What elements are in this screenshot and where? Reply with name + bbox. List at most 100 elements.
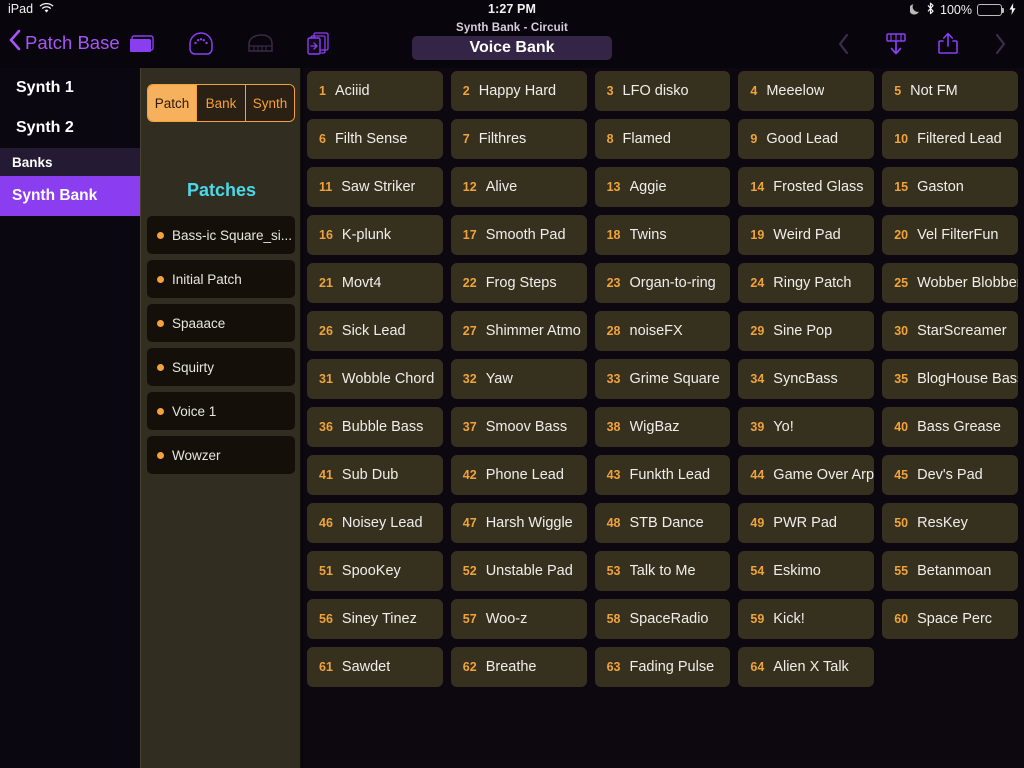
voice-slot-name: Meeelow [766, 83, 825, 99]
voice-slot-name: noiseFX [629, 323, 683, 339]
voice-slot[interactable]: 16 K-plunk [307, 215, 443, 255]
voice-grid: 1 Aciiid 2 Happy Hard 3 LFO disko 4 Meeelow 5 Not… [303, 68, 1024, 768]
voice-slot-name: Wobber Blobber [917, 275, 1018, 291]
voice-slot[interactable]: 56 Siney Tinez [307, 599, 443, 639]
voice-slot[interactable]: 25 Wobber Blobber [882, 263, 1018, 303]
voice-slot-name: Happy Hard [478, 83, 557, 99]
voice-slot[interactable]: 35 BlogHouse Bass [882, 359, 1018, 399]
voice-slot[interactable]: 27 Shimmer Atmo [450, 311, 587, 351]
voice-slot[interactable]: 17 Smooth Pad [450, 215, 587, 255]
voice-slot[interactable]: 42 Phone Lead [450, 455, 587, 495]
download-from-synth-icon[interactable] [882, 30, 910, 58]
voice-slot[interactable]: 43 Funkth Lead [594, 455, 731, 495]
toolbar-subtitle: Synth Bank - Circuit [456, 22, 568, 34]
voice-slot[interactable]: 61 Sawdet [307, 647, 443, 687]
voice-slot[interactable]: 11 Saw Striker [307, 167, 443, 207]
voice-slot[interactable]: 23 Organ-to-ring [594, 263, 731, 303]
voice-slot[interactable]: 26 Sick Lead [307, 311, 443, 351]
voice-slot-name: Alive [485, 179, 518, 195]
share-export-icon[interactable] [934, 30, 962, 58]
sidebar-item-synth-1[interactable]: Synth 1 [0, 68, 140, 108]
patch-bank-synth-segmented-control: Patch Bank Synth [147, 84, 295, 122]
voice-slot[interactable]: 52 Unstable Pad [450, 551, 587, 591]
voice-slot[interactable]: 28 noiseFX [594, 311, 731, 351]
voice-slot[interactable]: 14 Frosted Glass [738, 167, 875, 207]
voice-slot-number: 31 [319, 372, 333, 386]
voice-slot-number: 10 [894, 132, 909, 146]
segment-synth[interactable]: Synth [246, 85, 294, 121]
voice-slot[interactable]: 20 Vel FilterFun [882, 215, 1018, 255]
voice-slot[interactable]: 34 SyncBass [738, 359, 875, 399]
voice-slot[interactable]: 12 Alive [450, 167, 587, 207]
voice-slot[interactable]: 13 Aggie [594, 167, 731, 207]
voice-slot[interactable]: 51 SpooKey [307, 551, 443, 591]
voice-slot[interactable]: 53 Talk to Me [594, 551, 731, 591]
voice-slot-name: Eskimo [773, 563, 821, 579]
voice-slot-name: Kick! [773, 611, 805, 627]
voice-slot[interactable]: 21 Movt4 [307, 263, 443, 303]
voice-slot[interactable]: 36 Bubble Bass [307, 407, 443, 447]
voice-slot[interactable]: 37 Smoov Bass [450, 407, 587, 447]
voice-slot[interactable]: 38 WigBaz [594, 407, 731, 447]
voice-slot[interactable]: 31 Wobble Chord [307, 359, 443, 399]
voice-slot[interactable]: 3 LFO disko [594, 71, 731, 111]
voice-slot[interactable]: 41 Sub Dub [307, 455, 443, 495]
patch-list-item[interactable]: Bass-ic Square_si... [147, 216, 295, 254]
voice-slot[interactable]: 50 ResKey [882, 503, 1018, 543]
voice-slot[interactable]: 29 Sine Pop [738, 311, 875, 351]
voice-slot[interactable]: 6 Filth Sense [307, 119, 443, 159]
segment-patch[interactable]: Patch [148, 85, 197, 121]
voice-slot[interactable]: 54 Eskimo [738, 551, 875, 591]
voice-slot-number: 9 [750, 132, 758, 146]
patch-list-item[interactable]: Squirty [147, 348, 295, 386]
next-chevron-right-icon[interactable] [986, 30, 1014, 58]
voice-slot-name: Space Perc [917, 611, 993, 627]
previous-chevron-left-icon[interactable] [830, 30, 858, 58]
voice-slot[interactable]: 1 Aciiid [307, 71, 443, 111]
patch-list-item[interactable]: Spaaace [147, 304, 295, 342]
patch-list-item-label: Squirty [172, 359, 215, 375]
voice-slot[interactable]: 49 PWR Pad [738, 503, 875, 543]
voice-slot[interactable]: 44 Game Over Arp [738, 455, 875, 495]
voice-slot[interactable]: 40 Bass Grease [882, 407, 1018, 447]
patch-list-item-label: Initial Patch [172, 271, 242, 287]
voice-slot[interactable]: 60 Space Perc [882, 599, 1018, 639]
voice-slot[interactable]: 32 Yaw [450, 359, 587, 399]
voice-slot[interactable]: 18 Twins [594, 215, 731, 255]
voice-slot-number: 1 [319, 84, 326, 98]
voice-slot[interactable]: 46 Noisey Lead [307, 503, 443, 543]
voice-slot[interactable]: 15 Gaston [882, 167, 1018, 207]
voice-slot[interactable]: 48 STB Dance [594, 503, 731, 543]
patch-list-item[interactable]: Initial Patch [147, 260, 295, 298]
voice-slot-number: 5 [894, 84, 902, 98]
voice-slot[interactable]: 58 SpaceRadio [594, 599, 731, 639]
voice-slot[interactable]: 39 Yo! [738, 407, 875, 447]
voice-slot[interactable]: 24 Ringy Patch [738, 263, 875, 303]
voice-slot[interactable]: 8 Flamed [594, 119, 731, 159]
voice-slot[interactable]: 19 Weird Pad [738, 215, 875, 255]
sidebar-item-synth-bank[interactable]: Synth Bank [0, 176, 140, 216]
segment-bank[interactable]: Bank [197, 85, 246, 121]
voice-bank-title-button[interactable]: Voice Bank [412, 36, 612, 60]
voice-slot[interactable]: 62 Breathe [450, 647, 587, 687]
voice-slot[interactable]: 5 Not FM [882, 71, 1018, 111]
voice-slot[interactable]: 55 Betanmoan [882, 551, 1018, 591]
voice-slot[interactable]: 9 Good Lead [738, 119, 875, 159]
voice-slot[interactable]: 63 Fading Pulse [594, 647, 731, 687]
voice-slot-name: K-plunk [341, 227, 392, 243]
voice-slot[interactable]: 57 Woo-z [450, 599, 587, 639]
voice-slot[interactable]: 22 Frog Steps [450, 263, 587, 303]
voice-slot[interactable]: 47 Harsh Wiggle [450, 503, 587, 543]
sidebar-item-synth-2[interactable]: Synth 2 [0, 108, 140, 148]
voice-slot[interactable]: 33 Grime Square [594, 359, 731, 399]
voice-slot[interactable]: 2 Happy Hard [450, 71, 587, 111]
voice-slot[interactable]: 4 Meeelow [738, 71, 875, 111]
voice-slot[interactable]: 64 Alien X Talk [738, 647, 875, 687]
voice-slot[interactable]: 59 Kick! [738, 599, 875, 639]
voice-slot[interactable]: 7 Filthres [450, 119, 587, 159]
patch-list-item[interactable]: Voice 1 [147, 392, 295, 430]
voice-slot[interactable]: 30 StarScreamer [882, 311, 1018, 351]
voice-slot[interactable]: 10 Filtered Lead [882, 119, 1018, 159]
voice-slot[interactable]: 45 Dev's Pad [882, 455, 1018, 495]
patch-list-item[interactable]: Wowzer [147, 436, 295, 474]
